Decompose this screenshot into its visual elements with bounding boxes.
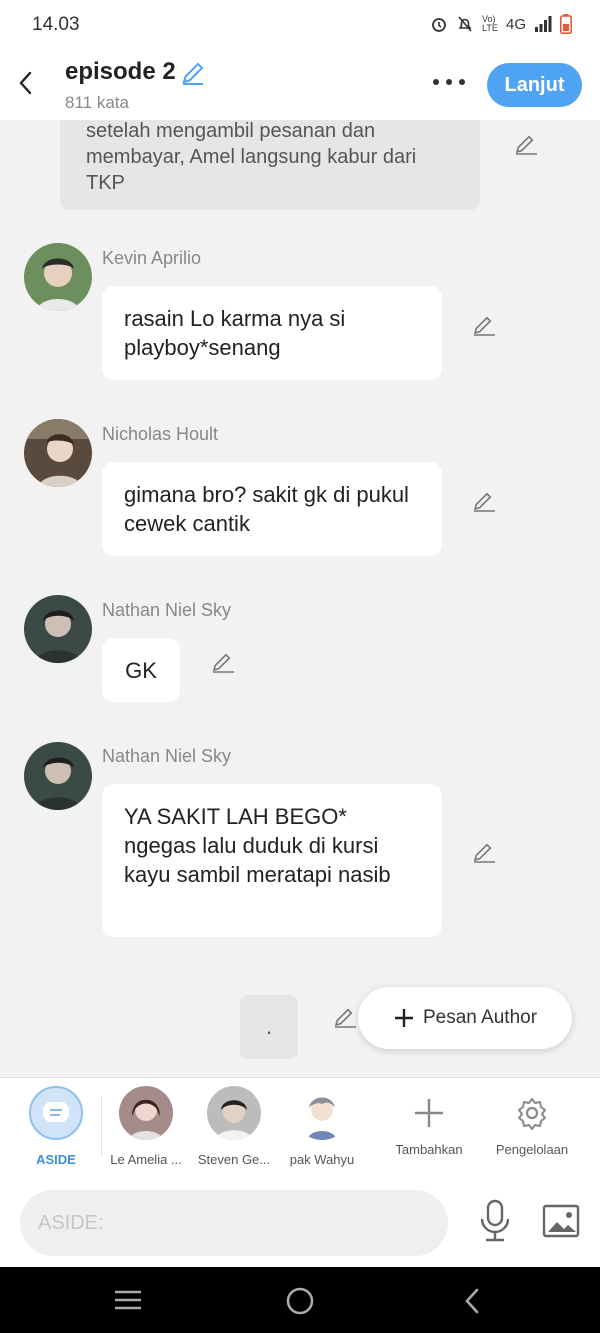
avatar (295, 1086, 349, 1140)
character-aside[interactable]: ASIDE (10, 1086, 102, 1167)
narration-bubble[interactable]: setelah mengambil pesanan dan membayar, … (60, 120, 480, 210)
back-icon[interactable] (462, 1287, 482, 1315)
character-label: Tambahkan (395, 1142, 463, 1157)
manage-characters-button[interactable]: Pengelolaan (486, 1086, 578, 1157)
avatar-nicholas[interactable] (24, 419, 92, 487)
edit-icon[interactable] (333, 1005, 357, 1029)
episode-title: episode 2 (65, 58, 176, 85)
mute-bell-icon (458, 16, 472, 32)
status-bar: 14.03 Vo) LTE 4G (0, 0, 600, 50)
character-le-amelia[interactable]: Le Amelia ... (100, 1086, 192, 1167)
app-bar: episode 2 811 kata Lanjut (0, 50, 600, 120)
edit-icon[interactable] (514, 132, 538, 156)
character-label: pak Wahyu (289, 1152, 355, 1167)
home-icon[interactable] (285, 1286, 315, 1316)
author-message-label: Pesan Author (422, 1007, 538, 1028)
microphone-icon[interactable] (478, 1199, 512, 1243)
more-options-icon[interactable] (430, 72, 470, 92)
character-steven[interactable]: Steven Ge... (188, 1086, 280, 1167)
status-icons: Vo) LTE 4G (430, 14, 572, 34)
plus-icon (394, 1009, 413, 1027)
message-sender-name: Nicholas Hoult (102, 424, 219, 444)
edit-icon[interactable] (211, 650, 235, 674)
edit-icon[interactable] (472, 840, 496, 864)
aside-icon (29, 1086, 83, 1140)
system-nav-bar (0, 1267, 600, 1333)
status-time: 14.03 (32, 14, 80, 35)
partial-message-bubble[interactable]: . (240, 995, 298, 1059)
character-label: ASIDE (36, 1152, 76, 1167)
back-arrow-icon[interactable] (14, 68, 38, 98)
battery-low-icon (560, 14, 572, 34)
message-bubble[interactable]: gimana bro? sakit gk di pukul cewek cant… (102, 462, 442, 556)
author-message-button[interactable]: Pesan Author (358, 987, 572, 1049)
avatar (119, 1086, 173, 1140)
network-type: 4G (505, 15, 526, 33)
edit-icon[interactable] (472, 489, 496, 513)
character-label: Pengelolaan (495, 1142, 569, 1157)
alarm-icon (432, 18, 446, 32)
edit-title-icon[interactable] (180, 60, 206, 86)
volte-indicator: Vo) LTE (481, 14, 498, 33)
add-character-button[interactable]: Tambahkan (383, 1086, 475, 1157)
image-icon[interactable] (542, 1204, 580, 1238)
gear-icon (505, 1086, 559, 1140)
message-bubble[interactable]: GK (102, 638, 180, 702)
word-count: 811 kata (65, 93, 129, 112)
character-label: Le Amelia ... (110, 1152, 182, 1167)
message-input[interactable] (20, 1190, 448, 1256)
avatar (207, 1086, 261, 1140)
character-bar: ASIDE Le Amelia ... Steven Ge... pak Wah… (0, 1077, 600, 1180)
recent-apps-icon[interactable] (113, 1288, 143, 1312)
avatar-kevin[interactable] (24, 243, 92, 311)
input-bar (0, 1179, 600, 1267)
edit-icon[interactable] (472, 313, 496, 337)
chat-area: setelah mengambil pesanan dan membayar, … (0, 120, 600, 1077)
message-sender-name: Nathan Niel Sky (102, 600, 232, 620)
plus-icon (402, 1086, 456, 1140)
character-pak-wahyu[interactable]: pak Wahyu (276, 1086, 368, 1167)
avatar-nathan[interactable] (24, 595, 92, 663)
message-bubble[interactable]: rasain Lo karma nya si playboy*senang (102, 286, 442, 380)
message-sender-name: Kevin Aprilio (102, 248, 202, 268)
message-sender-name: Nathan Niel Sky (102, 746, 232, 766)
signal-icon (535, 16, 552, 32)
avatar-nathan[interactable] (24, 742, 92, 810)
next-button[interactable]: Lanjut (487, 63, 582, 107)
character-label: Steven Ge... (197, 1152, 271, 1167)
message-bubble[interactable]: YA SAKIT LAH BEGO* ngegas lalu duduk di … (102, 784, 442, 937)
